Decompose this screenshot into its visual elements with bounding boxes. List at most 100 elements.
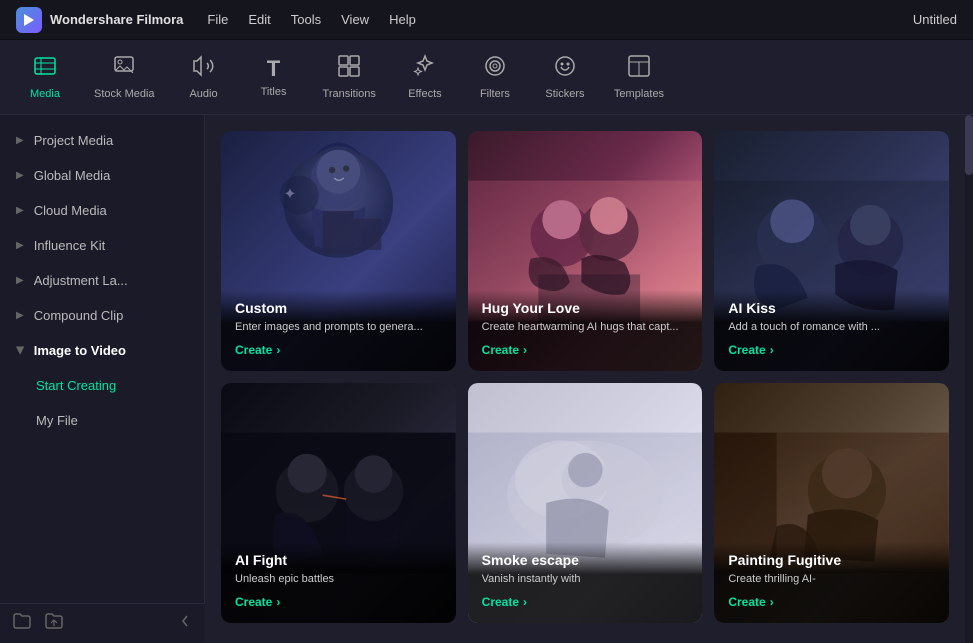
sidebar: ▶ Project Media ▶ Global Media ▶ Cloud M… <box>0 115 205 643</box>
folder-new-icon[interactable] <box>12 611 32 636</box>
card-painting-title: Painting Fugitive <box>728 552 935 568</box>
effects-icon <box>413 54 437 84</box>
card-painting-overlay: Painting Fugitive Create thrilling AI- C… <box>714 542 949 623</box>
logo-icon <box>16 7 42 33</box>
scrollbar-thumb[interactable] <box>965 115 973 175</box>
toolbar-titles-label: Titles <box>261 86 287 98</box>
card-custom-title: Custom <box>235 300 442 316</box>
card-kiss-create[interactable]: Create › <box>728 343 935 357</box>
scrollbar-track[interactable] <box>965 115 973 643</box>
transitions-icon <box>337 54 361 84</box>
menu-help[interactable]: Help <box>389 12 416 27</box>
sidebar-item-label: Start Creating <box>36 378 116 393</box>
sidebar-item-label: My File <box>36 413 78 428</box>
sidebar-item-label: Image to Video <box>34 343 126 358</box>
toolbar-titles[interactable]: T Titles <box>239 48 309 106</box>
sidebar-item-label: Project Media <box>34 133 113 148</box>
card-kiss-desc: Add a touch of romance with ... <box>728 320 935 335</box>
audio-icon <box>192 54 216 84</box>
toolbar-stickers-label: Stickers <box>545 88 584 100</box>
card-smoke-escape[interactable]: Smoke escape Vanish instantly with Creat… <box>468 383 703 623</box>
sidebar-item-adjustment-la[interactable]: ▶ Adjustment La... <box>0 263 204 298</box>
card-smoke-overlay: Smoke escape Vanish instantly with Creat… <box>468 542 703 623</box>
media-icon <box>33 54 57 84</box>
sidebar-item-global-media[interactable]: ▶ Global Media <box>0 158 204 193</box>
content-area: ✦ Custom Enter images and prompts to gen… <box>205 115 965 643</box>
arrow-right-icon: › <box>276 595 280 609</box>
toolbar-transitions[interactable]: Transitions <box>309 46 390 108</box>
chevron-right-icon: ▶ <box>16 310 24 321</box>
chevron-down-icon: ▶ <box>14 347 25 355</box>
card-hug-overlay: Hug Your Love Create heartwarming AI hug… <box>468 290 703 371</box>
card-fight-title: AI Fight <box>235 552 442 568</box>
card-ai-kiss[interactable]: AI Kiss Add a touch of romance with ... … <box>714 131 949 371</box>
card-hug-create[interactable]: Create › <box>482 343 689 357</box>
card-hug-desc: Create heartwarming AI hugs that capt... <box>482 320 689 335</box>
menu-edit[interactable]: Edit <box>248 12 270 27</box>
filters-icon <box>483 54 507 84</box>
main-layout: ▶ Project Media ▶ Global Media ▶ Cloud M… <box>0 115 973 643</box>
stock-media-icon <box>112 54 136 84</box>
sidebar-item-influence-kit[interactable]: ▶ Influence Kit <box>0 228 204 263</box>
sidebar-bottom <box>0 603 205 643</box>
toolbar-stock-label: Stock Media <box>94 88 155 100</box>
toolbar-stickers[interactable]: Stickers <box>530 46 600 108</box>
card-fight-desc: Unleash epic battles <box>235 572 442 587</box>
toolbar-transitions-label: Transitions <box>323 88 376 100</box>
card-custom-create[interactable]: Create › <box>235 343 442 357</box>
arrow-right-icon: › <box>276 343 280 357</box>
card-ai-fight[interactable]: AI Fight Unleash epic battles Create › <box>221 383 456 623</box>
card-smoke-desc: Vanish instantly with <box>482 572 689 587</box>
toolbar-media-label: Media <box>30 88 60 100</box>
sidebar-item-cloud-media[interactable]: ▶ Cloud Media <box>0 193 204 228</box>
card-smoke-create[interactable]: Create › <box>482 595 689 609</box>
toolbar-templates-label: Templates <box>614 88 664 100</box>
toolbar-stock-media[interactable]: Stock Media <box>80 46 169 108</box>
menu-file[interactable]: File <box>207 12 228 27</box>
folder-import-icon[interactable] <box>44 611 64 636</box>
toolbar-audio-label: Audio <box>189 88 217 100</box>
titlebar: Wondershare Filmora File Edit Tools View… <box>0 0 973 40</box>
sidebar-item-label: Adjustment La... <box>34 273 128 288</box>
toolbar-effects-label: Effects <box>408 88 441 100</box>
cards-grid: ✦ Custom Enter images and prompts to gen… <box>221 131 949 623</box>
toolbar: Media Stock Media Audio T Titles <box>0 40 973 115</box>
arrow-right-icon: › <box>770 343 774 357</box>
card-painting-create[interactable]: Create › <box>728 595 935 609</box>
sidebar-item-image-to-video[interactable]: ▶ Image to Video <box>0 333 204 368</box>
toolbar-filters-label: Filters <box>480 88 510 100</box>
chevron-right-icon: ▶ <box>16 135 24 146</box>
card-custom[interactable]: ✦ Custom Enter images and prompts to gen… <box>221 131 456 371</box>
card-smoke-title: Smoke escape <box>482 552 689 568</box>
sidebar-item-label: Global Media <box>34 168 111 183</box>
card-custom-overlay: Custom Enter images and prompts to gener… <box>221 290 456 371</box>
arrow-right-icon: › <box>523 343 527 357</box>
card-painting-fugitive[interactable]: Painting Fugitive Create thrilling AI- C… <box>714 383 949 623</box>
stickers-icon <box>553 54 577 84</box>
card-fight-overlay: AI Fight Unleash epic battles Create › <box>221 542 456 623</box>
menu-view[interactable]: View <box>341 12 369 27</box>
sidebar-item-label: Compound Clip <box>34 308 124 323</box>
card-kiss-overlay: AI Kiss Add a touch of romance with ... … <box>714 290 949 371</box>
toolbar-effects[interactable]: Effects <box>390 46 460 108</box>
toolbar-templates[interactable]: Templates <box>600 46 678 108</box>
sidebar-item-my-file[interactable]: My File <box>0 403 204 438</box>
sidebar-item-project-media[interactable]: ▶ Project Media <box>0 123 204 158</box>
card-kiss-title: AI Kiss <box>728 300 935 316</box>
toolbar-filters[interactable]: Filters <box>460 46 530 108</box>
sidebar-item-start-creating[interactable]: Start Creating <box>0 368 204 403</box>
app-logo: Wondershare Filmora <box>16 7 183 33</box>
chevron-right-icon: ▶ <box>16 205 24 216</box>
menu-tools[interactable]: Tools <box>291 12 321 27</box>
arrow-right-icon: › <box>770 595 774 609</box>
card-custom-desc: Enter images and prompts to genera... <box>235 320 442 335</box>
toolbar-audio[interactable]: Audio <box>169 46 239 108</box>
toolbar-media[interactable]: Media <box>10 46 80 108</box>
card-painting-desc: Create thrilling AI- <box>728 572 935 587</box>
card-hug-your-love[interactable]: Hug Your Love Create heartwarming AI hug… <box>468 131 703 371</box>
sidebar-collapse-icon[interactable] <box>177 613 193 634</box>
sidebar-item-compound-clip[interactable]: ▶ Compound Clip <box>0 298 204 333</box>
card-fight-create[interactable]: Create › <box>235 595 442 609</box>
chevron-right-icon: ▶ <box>16 275 24 286</box>
chevron-right-icon: ▶ <box>16 170 24 181</box>
